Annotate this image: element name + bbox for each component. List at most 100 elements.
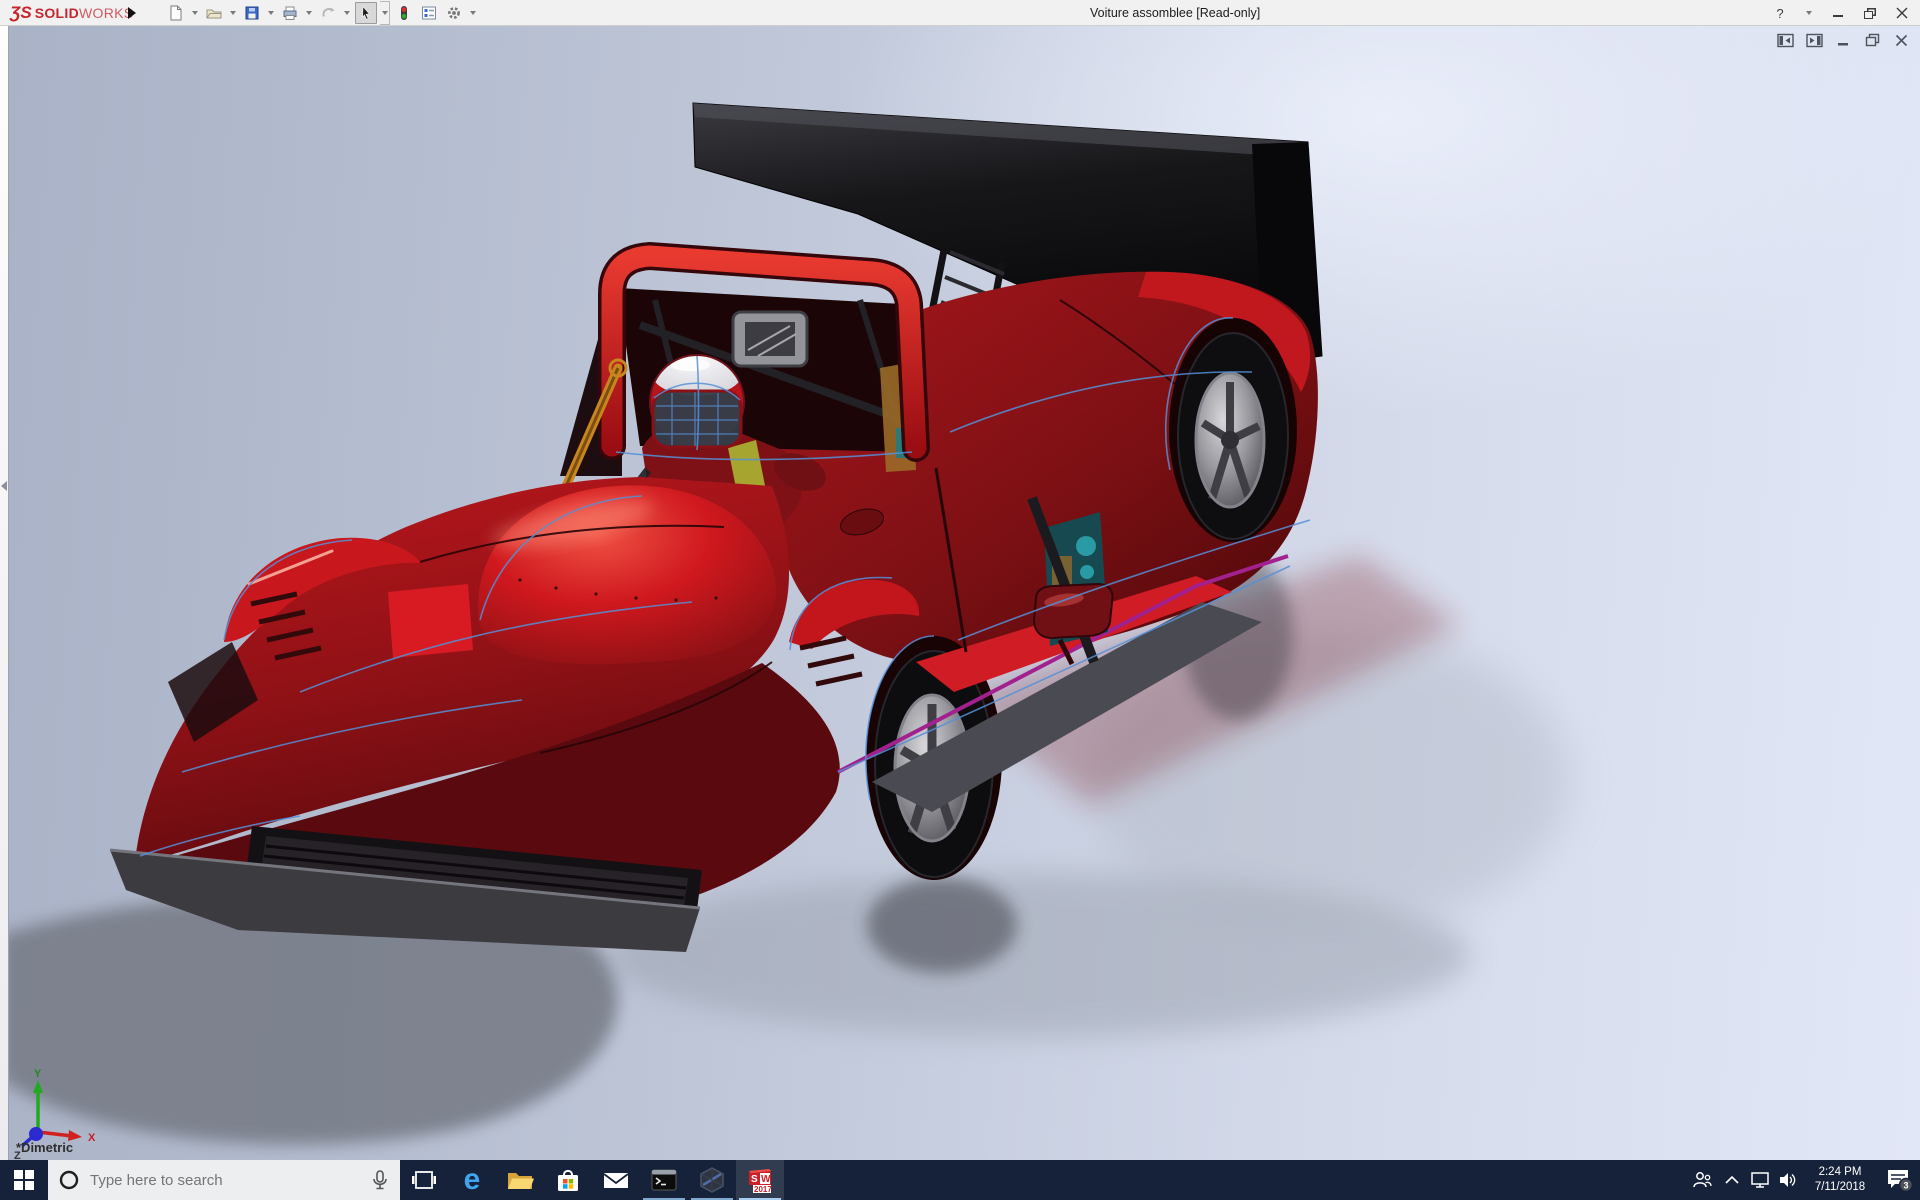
desktop: ƷS SOLID WORKS Voiture assomblee [Read-o… — [0, 0, 1920, 1200]
3d-viewport[interactable]: Y X Z *Dimetric — [0, 26, 1920, 1162]
rear-right-wheel — [1169, 318, 1297, 542]
new-document-dropdown[interactable] — [190, 2, 200, 24]
doc-close-button[interactable] — [1892, 32, 1910, 48]
solidworks-logo: ƷS SOLID WORKS — [10, 2, 133, 24]
gear-icon — [448, 7, 460, 19]
open-button[interactable] — [203, 2, 225, 24]
tray-overflow-button[interactable] — [1718, 1160, 1746, 1200]
window-controls: ? — [1772, 0, 1910, 26]
restore-icon — [1864, 10, 1873, 19]
select-tool-dropdown[interactable] — [380, 1, 390, 25]
app-titlebar: ƷS SOLID WORKS Voiture assomblee [Read-o… — [0, 0, 1920, 26]
new-document-icon — [170, 5, 182, 21]
notification-badge: 3 — [1904, 1181, 1909, 1191]
search-input[interactable] — [90, 1171, 360, 1189]
open-folder-icon — [206, 9, 222, 19]
right-triangle-icon — [128, 7, 136, 19]
options-button[interactable] — [443, 2, 465, 24]
printer-icon — [283, 6, 297, 20]
tray-time: 2:24 PM — [1818, 1166, 1862, 1179]
menu-expand-button[interactable] — [128, 4, 142, 22]
taskbar-search[interactable] — [48, 1160, 400, 1200]
store-icon — [558, 1169, 578, 1191]
clock[interactable]: 2:24 PM 7/11/2018 — [1802, 1160, 1878, 1200]
show-right-panel-button[interactable] — [1805, 32, 1823, 48]
print-dropdown[interactable] — [304, 2, 314, 24]
sw-year: 2017 — [754, 1185, 772, 1194]
panel-expand-arrow-icon[interactable] — [1, 481, 7, 491]
taskbar-app-edge[interactable]: e — [448, 1160, 496, 1200]
select-cursor-icon — [362, 5, 371, 20]
solidworks-brand-light: WORKS — [79, 5, 134, 21]
doc-restore-button[interactable] — [1863, 32, 1881, 48]
rebuild-traffic-light-icon — [401, 6, 407, 20]
speaker-icon — [1780, 1173, 1796, 1187]
taskbar-app-file-explorer[interactable] — [496, 1160, 544, 1200]
document-title: Voiture assomblee [Read-only] — [1090, 6, 1261, 20]
feature-panel-collapsed[interactable] — [0, 26, 9, 1160]
microphone-icon[interactable] — [370, 1169, 390, 1191]
doc-minimize-icon — [1838, 43, 1848, 46]
command-prompt-icon — [651, 1169, 677, 1191]
chevron-up-icon — [1725, 1175, 1739, 1184]
save-dropdown[interactable] — [266, 2, 276, 24]
help-button[interactable]: ? — [1772, 3, 1788, 23]
view-orientation-label: *Dimetric — [16, 1140, 74, 1155]
network-button[interactable] — [1746, 1160, 1774, 1200]
undo-arrow-icon — [322, 7, 335, 17]
taskbar-app-cmd[interactable] — [640, 1160, 688, 1200]
network-icon — [1751, 1172, 1769, 1188]
car-model-render[interactable] — [0, 26, 1920, 1160]
panel-arrow-left-icon — [1776, 33, 1794, 47]
action-center-button[interactable]: 3 — [1878, 1160, 1920, 1200]
windows-start-icon — [14, 1170, 34, 1190]
options-dropdown[interactable] — [468, 2, 478, 24]
people-button[interactable] — [1686, 1160, 1718, 1200]
print-button[interactable] — [279, 2, 301, 24]
taskbar-app-solidworks[interactable]: S W 2017 — [736, 1160, 784, 1200]
minimize-button[interactable] — [1830, 3, 1846, 23]
taskbar-app-3d-viewer[interactable] — [688, 1160, 736, 1200]
undo-button[interactable] — [317, 2, 339, 24]
action-center-icon: 3 — [1888, 1170, 1913, 1193]
people-icon — [1693, 1172, 1712, 1188]
triad-y-label: Y — [34, 1068, 42, 1080]
open-dropdown[interactable] — [228, 2, 238, 24]
taskbar-app-store[interactable] — [544, 1160, 592, 1200]
triad-x-label: X — [88, 1132, 96, 1144]
minimize-icon — [1833, 15, 1843, 17]
taskbar: e S W 2017 — [0, 1160, 1920, 1200]
doc-minimize-button[interactable] — [1834, 32, 1852, 48]
display-settings-icon — [422, 6, 436, 20]
doc-restore-icon — [1865, 33, 1879, 47]
undo-dropdown[interactable] — [342, 2, 352, 24]
mail-icon — [603, 1173, 629, 1188]
restore-button[interactable] — [1862, 3, 1878, 23]
new-document-button[interactable] — [165, 2, 187, 24]
rebuild-button[interactable] — [393, 2, 415, 24]
doc-close-icon — [1895, 34, 1907, 46]
start-button[interactable] — [0, 1160, 48, 1200]
close-button[interactable] — [1894, 3, 1910, 23]
solidworks-brand-bold: SOLID — [34, 5, 80, 21]
quick-access-toolbar — [165, 1, 478, 25]
display-settings-button[interactable] — [418, 2, 440, 24]
task-view-icon — [412, 1171, 436, 1189]
close-icon — [1896, 7, 1908, 19]
task-view-button[interactable] — [400, 1160, 448, 1200]
solidworks-3s-glyph: ƷS — [10, 3, 32, 22]
side-mirror — [1032, 582, 1114, 640]
panel-arrow-right-icon — [1805, 33, 1823, 47]
help-dropdown[interactable] — [1804, 2, 1814, 24]
file-explorer-icon — [508, 1173, 534, 1189]
taskbar-app-mail[interactable] — [592, 1160, 640, 1200]
tray-date: 7/11/2018 — [1814, 1181, 1866, 1193]
save-button[interactable] — [241, 2, 263, 24]
show-left-panel-button[interactable] — [1776, 32, 1794, 48]
save-floppy-icon — [245, 6, 259, 20]
document-window-controls — [1776, 32, 1910, 48]
sw-letter-w: W — [761, 1174, 771, 1185]
volume-button[interactable] — [1774, 1160, 1802, 1200]
select-tool-button[interactable] — [355, 2, 377, 24]
system-tray: 2:24 PM 7/11/2018 3 — [1686, 1160, 1920, 1200]
